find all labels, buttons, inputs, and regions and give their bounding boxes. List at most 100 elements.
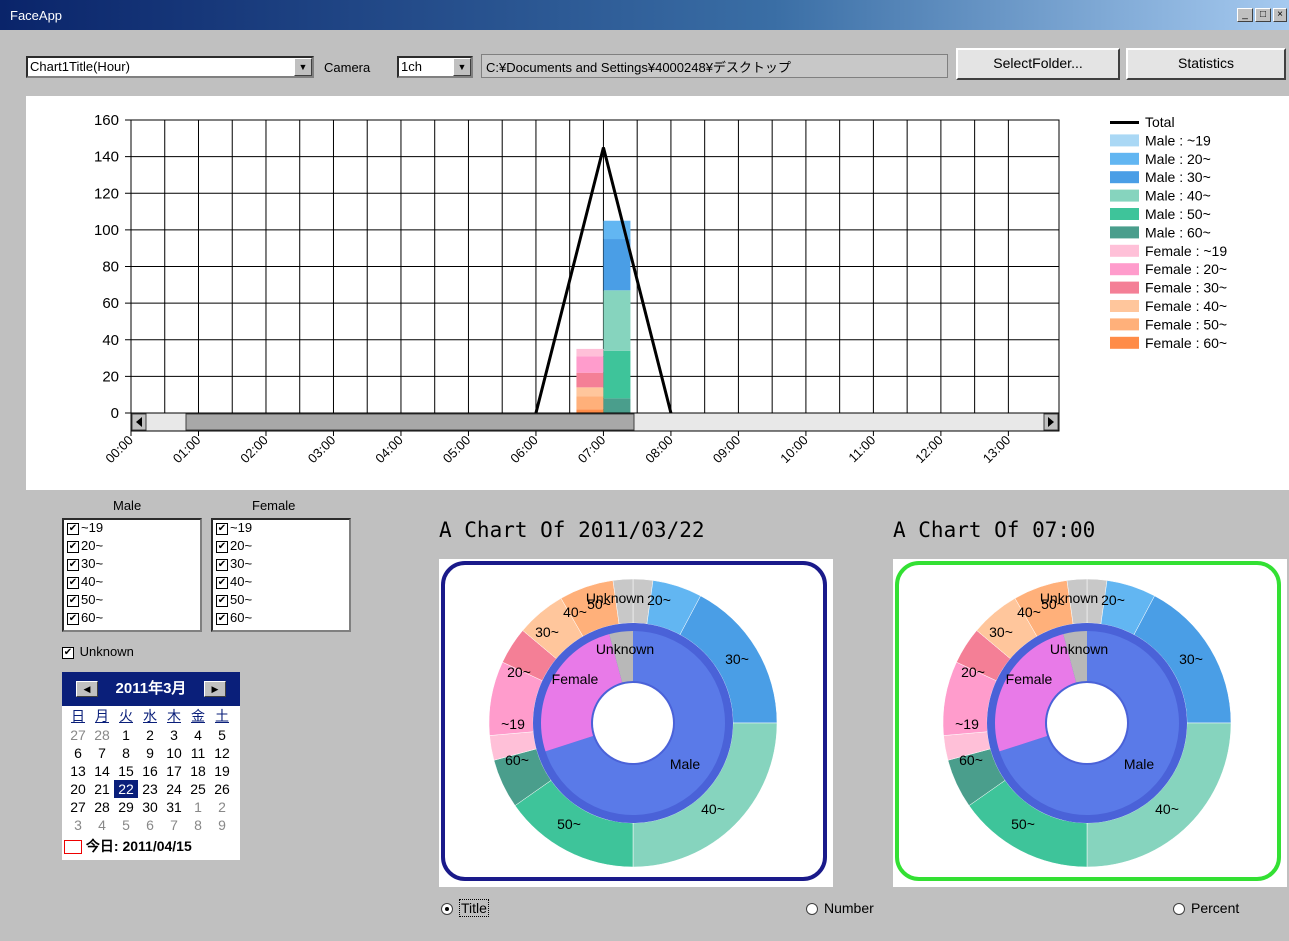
calendar-day[interactable]: 18 bbox=[186, 762, 210, 780]
age-checkbox-item[interactable]: ✔ 30~ bbox=[64, 556, 200, 574]
donut-outer-label: 50~ bbox=[587, 596, 611, 612]
statistics-button[interactable]: Statistics bbox=[1126, 48, 1286, 80]
y-tick-label: 160 bbox=[94, 112, 119, 129]
calendar-day[interactable]: 17 bbox=[162, 762, 186, 780]
check-icon: ✔ bbox=[67, 540, 79, 553]
calendar-day[interactable]: 24 bbox=[162, 780, 186, 798]
radio-icon bbox=[1173, 903, 1185, 916]
chart-select[interactable]: Chart1Title(Hour) ▼ bbox=[26, 56, 314, 78]
calendar-day[interactable]: 4 bbox=[186, 726, 210, 744]
close-button[interactable]: × bbox=[1273, 8, 1287, 22]
legend-label: Male : ~19 bbox=[1145, 132, 1211, 148]
age-checkbox-item[interactable]: ✔ 20~ bbox=[64, 538, 200, 556]
donut-inner-label: Unknown bbox=[596, 641, 654, 657]
calendar-day[interactable]: 28 bbox=[90, 726, 114, 744]
calendar-day[interactable]: 10 bbox=[162, 744, 186, 762]
calendar-day[interactable]: 28 bbox=[90, 798, 114, 816]
y-axis-ticks: 0 20 40 60 80 100 120 140 160 bbox=[94, 112, 119, 422]
calendar-day[interactable]: 21 bbox=[90, 780, 114, 798]
calendar-day[interactable]: 13 bbox=[66, 762, 90, 780]
calendar-day[interactable]: 7 bbox=[162, 816, 186, 834]
calendar-day[interactable]: 12 bbox=[210, 744, 234, 762]
prev-month-button[interactable]: ◀ bbox=[76, 681, 98, 697]
calendar-day[interactable]: 27 bbox=[66, 798, 90, 816]
calendar-day[interactable]: 3 bbox=[162, 726, 186, 744]
age-checkbox-item[interactable]: ✔ ~19 bbox=[64, 520, 200, 538]
chart-scrollbar[interactable] bbox=[130, 412, 1060, 432]
calendar-day[interactable]: 20 bbox=[66, 780, 90, 798]
calendar-day[interactable]: 27 bbox=[66, 726, 90, 744]
weekday-header: 木 bbox=[167, 708, 181, 724]
window-title: FaceApp bbox=[10, 8, 63, 23]
calendar-header: ◀ 2011年3月 ▶ bbox=[62, 672, 240, 706]
age-checkbox-label: 20~ bbox=[230, 538, 253, 553]
calendar-day[interactable]: 2 bbox=[138, 726, 162, 744]
calendar-day[interactable]: 30 bbox=[138, 798, 162, 816]
calendar-day[interactable]: 25 bbox=[186, 780, 210, 798]
radio-number[interactable]: Number bbox=[806, 900, 874, 916]
age-checkbox-item[interactable]: ✔ 50~ bbox=[213, 592, 349, 610]
minimize-button[interactable]: _ bbox=[1237, 8, 1253, 22]
calendar-day[interactable]: 19 bbox=[210, 762, 234, 780]
age-checkbox-item[interactable]: ✔ 60~ bbox=[213, 610, 349, 628]
donut-outer-label: 60~ bbox=[959, 752, 983, 768]
x-tick-label: 00:00 bbox=[102, 432, 136, 466]
donut-outer-label: 30~ bbox=[989, 624, 1013, 640]
calendar-day[interactable]: 16 bbox=[138, 762, 162, 780]
calendar-day[interactable]: 9 bbox=[210, 816, 234, 834]
age-checkbox-label: 50~ bbox=[230, 592, 253, 607]
age-checkbox-label: 50~ bbox=[81, 592, 104, 607]
legend-swatch bbox=[1110, 152, 1139, 165]
calendar-day[interactable]: 6 bbox=[138, 816, 162, 834]
age-checkbox-label: 40~ bbox=[81, 574, 104, 589]
calendar-day[interactable]: 9 bbox=[138, 744, 162, 762]
calendar-today[interactable]: 今日: 2011/04/15 bbox=[64, 836, 240, 856]
calendar-day[interactable]: 15 bbox=[114, 762, 138, 780]
male-age-list[interactable]: ✔ ~19 ✔ 20~ ✔ 30~ ✔ 40~ ✔ 50~ ✔ 60~ bbox=[62, 518, 202, 632]
select-folder-button[interactable]: SelectFolder... bbox=[956, 48, 1120, 80]
age-checkbox-item[interactable]: ✔ 40~ bbox=[64, 574, 200, 592]
legend-label: Female : 50~ bbox=[1145, 316, 1227, 332]
chevron-down-icon[interactable]: ▼ bbox=[453, 58, 471, 76]
age-checkbox-item[interactable]: ✔ 60~ bbox=[64, 610, 200, 628]
age-checkbox-item[interactable]: ✔ 40~ bbox=[213, 574, 349, 592]
calendar-day[interactable]: 5 bbox=[210, 726, 234, 744]
x-tick-label: 08:00 bbox=[642, 432, 676, 466]
calendar-day[interactable]: 4 bbox=[90, 816, 114, 834]
legend-swatch bbox=[1110, 134, 1139, 147]
calendar-day[interactable]: 8 bbox=[186, 816, 210, 834]
radio-percent[interactable]: Percent bbox=[1173, 900, 1239, 916]
next-month-button[interactable]: ▶ bbox=[204, 681, 226, 697]
age-checkbox-item[interactable]: ✔ ~19 bbox=[213, 520, 349, 538]
calendar-day[interactable]: 3 bbox=[66, 816, 90, 834]
calendar-day[interactable]: 29 bbox=[114, 798, 138, 816]
calendar-day[interactable]: 26 bbox=[210, 780, 234, 798]
calendar-day[interactable]: 8 bbox=[114, 744, 138, 762]
age-checkbox-item[interactable]: ✔ 30~ bbox=[213, 556, 349, 574]
calendar-day[interactable]: 31 bbox=[162, 798, 186, 816]
calendar-day[interactable]: 23 bbox=[138, 780, 162, 798]
calendar-day[interactable]: 5 bbox=[114, 816, 138, 834]
calendar-day[interactable]: 6 bbox=[66, 744, 90, 762]
chart-select-value: Chart1Title(Hour) bbox=[30, 59, 130, 74]
maximize-button[interactable]: □ bbox=[1255, 8, 1271, 22]
calendar-day[interactable]: 1 bbox=[114, 726, 138, 744]
camera-select[interactable]: 1ch ▼ bbox=[397, 56, 473, 78]
radio-title[interactable]: Title bbox=[441, 899, 489, 917]
bar-segment bbox=[576, 348, 604, 357]
check-icon: ✔ bbox=[67, 576, 79, 589]
chevron-down-icon[interactable]: ▼ bbox=[294, 58, 312, 76]
calendar-day[interactable]: 11 bbox=[186, 744, 210, 762]
calendar-day[interactable]: 22 bbox=[114, 780, 138, 798]
month-calendar[interactable]: ◀ 2011年3月 ▶ 日月火水木金土 27 28 1 2 3 4 5 6 7 8 9 10 11 12 13… bbox=[62, 672, 240, 860]
female-age-list[interactable]: ✔ ~19 ✔ 20~ ✔ 30~ ✔ 40~ ✔ 50~ ✔ 60~ bbox=[211, 518, 351, 632]
calendar-day[interactable]: 1 bbox=[186, 798, 210, 816]
unknown-checkbox[interactable]: ✔ Unknown bbox=[62, 644, 134, 659]
calendar-day[interactable]: 7 bbox=[90, 744, 114, 762]
legend-swatch bbox=[1110, 189, 1139, 202]
calendar-day[interactable]: 2 bbox=[210, 798, 234, 816]
age-checkbox-item[interactable]: ✔ 50~ bbox=[64, 592, 200, 610]
age-checkbox-item[interactable]: ✔ 20~ bbox=[213, 538, 349, 556]
calendar-day[interactable]: 14 bbox=[90, 762, 114, 780]
x-tick-label: 06:00 bbox=[507, 432, 541, 466]
